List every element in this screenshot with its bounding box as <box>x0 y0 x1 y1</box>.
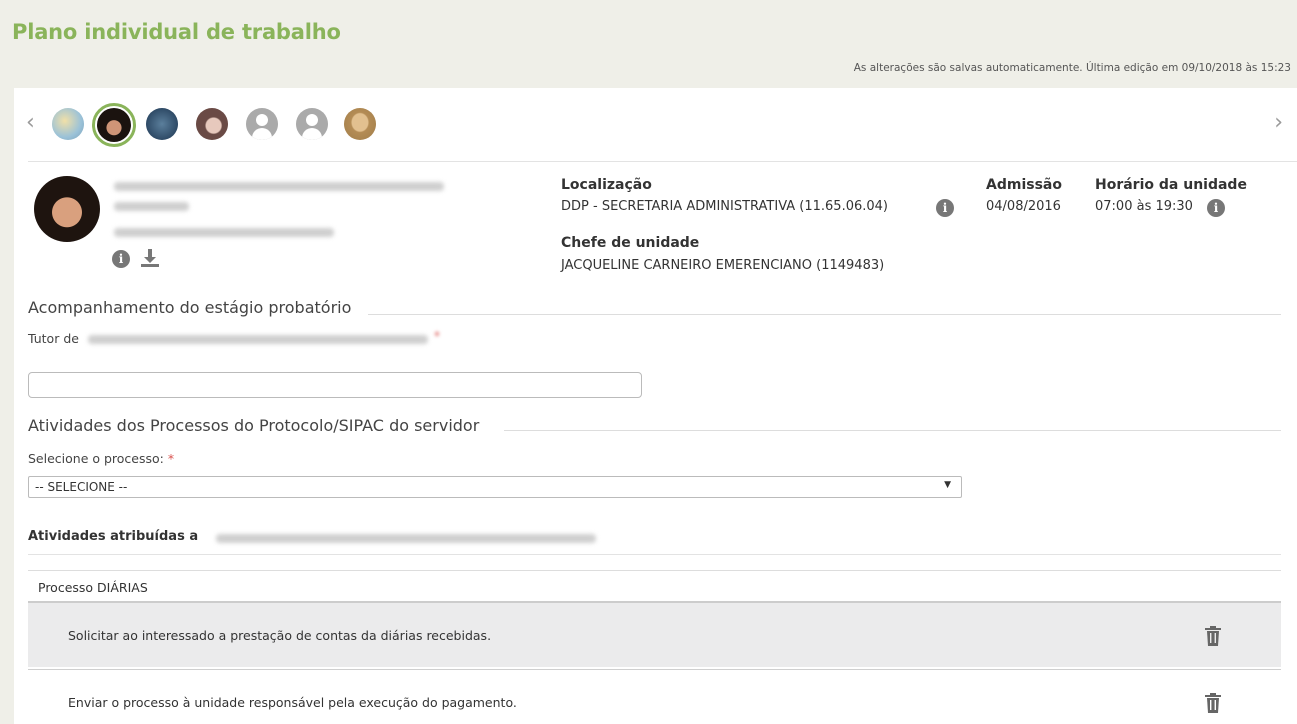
trash-icon[interactable] <box>1205 626 1221 646</box>
chefe-value: JACQUELINE CARNEIRO EMERENCIANO (1149483… <box>561 258 885 273</box>
info-icon[interactable]: i <box>112 250 130 268</box>
admissao-value: 04/08/2016 <box>986 199 1061 214</box>
required-marker: * <box>434 329 440 343</box>
avatar-thumb[interactable] <box>344 108 376 140</box>
blurred-role <box>114 228 334 237</box>
blurred-tutor-name <box>88 335 428 344</box>
chefe-label: Chefe de unidade <box>561 235 700 251</box>
activity-row: Enviar o processo à unidade responsável … <box>28 669 1281 724</box>
activity-text: Solicitar ao interessado a prestação de … <box>68 627 492 643</box>
assigned-activities-label: Atividades atribuídas a <box>28 529 199 544</box>
chevron-down-icon: ▼ <box>944 480 951 490</box>
trash-icon[interactable] <box>1205 693 1221 713</box>
info-icon[interactable]: i <box>1207 199 1225 217</box>
horario-value: 07:00 às 19:30 <box>1095 199 1193 214</box>
processes-section-title: Atividades dos Processos do Protocolo/SI… <box>28 416 480 435</box>
divider <box>28 161 1297 162</box>
tutor-input[interactable] <box>28 372 642 398</box>
main-card: ‹ › i Localização DDP - SECRETARIA ADMIN… <box>14 88 1297 724</box>
blurred-employee-name <box>216 534 596 543</box>
process-group-header: Processo DIÁRIAS <box>28 570 1281 602</box>
activity-text: Enviar o processo à unidade responsável … <box>68 695 517 710</box>
info-icon[interactable]: i <box>936 199 954 217</box>
activity-row: Solicitar ao interessado a prestação de … <box>28 601 1281 667</box>
tutor-label: Tutor de <box>28 331 79 346</box>
select-process-label: Selecione o processo: * <box>28 451 175 466</box>
avatar-thumb-selected[interactable] <box>92 103 136 147</box>
required-marker: * <box>167 451 175 466</box>
blurred-name <box>114 182 444 191</box>
localizacao-label: Localização <box>561 177 652 193</box>
carousel-next-button[interactable]: › <box>1274 110 1283 135</box>
avatar-thumb-placeholder[interactable] <box>246 108 278 140</box>
divider <box>28 554 1281 555</box>
avatar-thumb-placeholder[interactable] <box>296 108 328 140</box>
localizacao-value: DDP - SECRETARIA ADMINISTRATIVA (11.65.0… <box>561 199 888 214</box>
avatar-thumb[interactable] <box>196 108 228 140</box>
page-title: Plano individual de trabalho <box>12 20 341 44</box>
process-select[interactable]: -- SELECIONE -- ▼ <box>28 476 962 498</box>
carousel-prev-button[interactable]: ‹ <box>26 110 35 135</box>
save-status: As alterações são salvas automaticamente… <box>853 62 1291 74</box>
probation-section-title: Acompanhamento do estágio probatório <box>28 298 352 317</box>
blurred-id <box>114 202 189 211</box>
profile-photo <box>34 176 100 242</box>
download-icon[interactable] <box>140 248 160 268</box>
avatar-thumb[interactable] <box>52 108 84 140</box>
avatar-thumb[interactable] <box>146 108 178 140</box>
divider <box>368 314 1281 315</box>
admissao-label: Admissão <box>986 177 1062 193</box>
divider <box>504 430 1281 431</box>
horario-label: Horário da unidade <box>1095 177 1247 193</box>
